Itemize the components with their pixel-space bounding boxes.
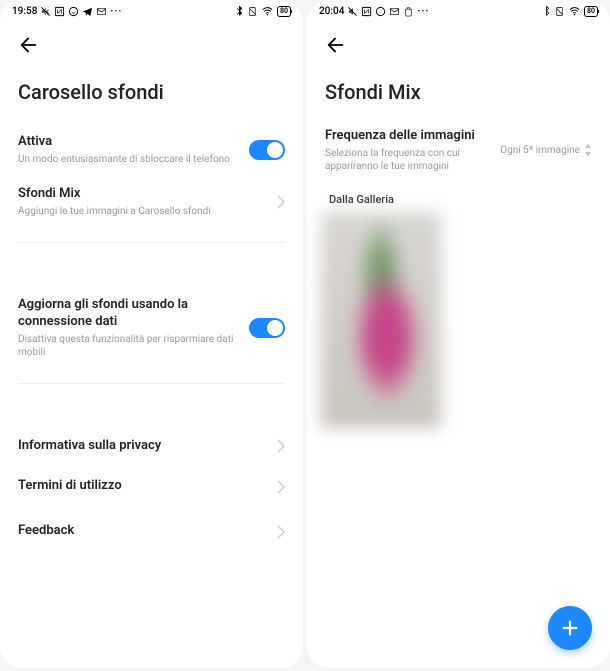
status-bar: 20:04 ··· 80 <box>307 0 610 20</box>
status-time: 20:04 <box>319 6 344 17</box>
page-title: Carosello sfondi <box>0 66 303 124</box>
section-galleria: Dalla Galleria <box>325 183 592 212</box>
arrow-left-icon <box>18 34 40 56</box>
status-time: 19:58 <box>12 6 37 17</box>
row-subtitle: Disattiva questa funzionalità per rispar… <box>18 333 239 359</box>
row-termini[interactable]: Termini di utilizzo <box>18 464 285 509</box>
plus-icon <box>559 617 581 639</box>
nfc-icon <box>54 6 65 17</box>
divider <box>18 242 285 243</box>
whatsapp-icon <box>375 6 386 17</box>
chevron-right-icon <box>277 195 285 209</box>
chevron-right-icon <box>277 480 285 494</box>
row-title: Frequenza delle immagini <box>325 128 490 145</box>
whatsapp-icon <box>68 6 79 17</box>
fab-add[interactable] <box>548 606 592 650</box>
row-subtitle: Un modo entusiasmante di sbloccare il te… <box>18 153 239 166</box>
divider <box>18 383 285 384</box>
row-frequenza[interactable]: Frequenza delle immagini Seleziona la fr… <box>325 124 592 183</box>
status-bar: 19:58 ··· 80 <box>0 0 303 20</box>
mute-icon <box>40 6 51 17</box>
row-title: Feedback <box>18 523 74 540</box>
row-subtitle: Aggiungi le tue immagini a Carosello sfo… <box>18 205 267 218</box>
row-feedback[interactable]: Feedback <box>18 509 285 550</box>
mute-icon <box>347 6 358 17</box>
row-title: Sfondi Mix <box>18 186 267 203</box>
row-aggiorna[interactable]: Aggiorna gli sfondi usando la connession… <box>18 287 285 369</box>
chevron-right-icon <box>277 525 285 539</box>
page-title: Sfondi Mix <box>307 66 610 124</box>
row-privacy[interactable]: Informativa sulla privacy <box>18 428 285 465</box>
wifi-icon <box>261 6 274 17</box>
mail-icon <box>389 6 400 17</box>
back-button[interactable] <box>325 28 347 66</box>
bluetooth-icon <box>542 6 551 17</box>
chevron-right-icon <box>277 439 285 453</box>
row-attiva[interactable]: Attiva Un modo entusiasmante di sbloccar… <box>18 124 285 176</box>
wifi-icon <box>568 6 581 17</box>
mail-icon <box>96 6 107 17</box>
arrow-left-icon <box>325 34 347 56</box>
no-sim-icon <box>554 6 565 17</box>
row-subtitle: Seleziona la frequenza con cui appariran… <box>325 147 490 173</box>
frequenza-value[interactable]: Ogni 5ª immagine <box>500 144 592 156</box>
back-button[interactable] <box>18 28 40 66</box>
row-title: Attiva <box>18 134 239 151</box>
row-sfondi-mix[interactable]: Sfondi Mix Aggiungi le tue immagini a Ca… <box>18 176 285 228</box>
row-title: Termini di utilizzo <box>18 478 122 495</box>
toggle-aggiorna[interactable] <box>249 318 285 338</box>
row-title: Informativa sulla privacy <box>18 438 161 455</box>
screen-carosello: 19:58 ··· 80 Carosello sfondi Attiva Un … <box>0 0 303 668</box>
telegram-icon <box>82 6 93 17</box>
sort-icon <box>584 144 592 156</box>
toggle-attiva[interactable] <box>249 140 285 160</box>
more-icon: ··· <box>417 6 429 17</box>
nfc-icon <box>361 6 372 17</box>
battery-icon: 80 <box>584 6 598 17</box>
battery-icon: 80 <box>277 6 291 17</box>
trash-icon <box>403 6 414 17</box>
gallery-thumbnail[interactable] <box>321 212 441 428</box>
screen-sfondi-mix: 20:04 ··· 80 Sfondi Mix Frequenza delle … <box>307 0 610 668</box>
more-icon: ··· <box>110 6 122 17</box>
bluetooth-icon <box>235 6 244 17</box>
row-title: Aggiorna gli sfondi usando la connession… <box>18 297 239 331</box>
no-sim-icon <box>247 6 258 17</box>
